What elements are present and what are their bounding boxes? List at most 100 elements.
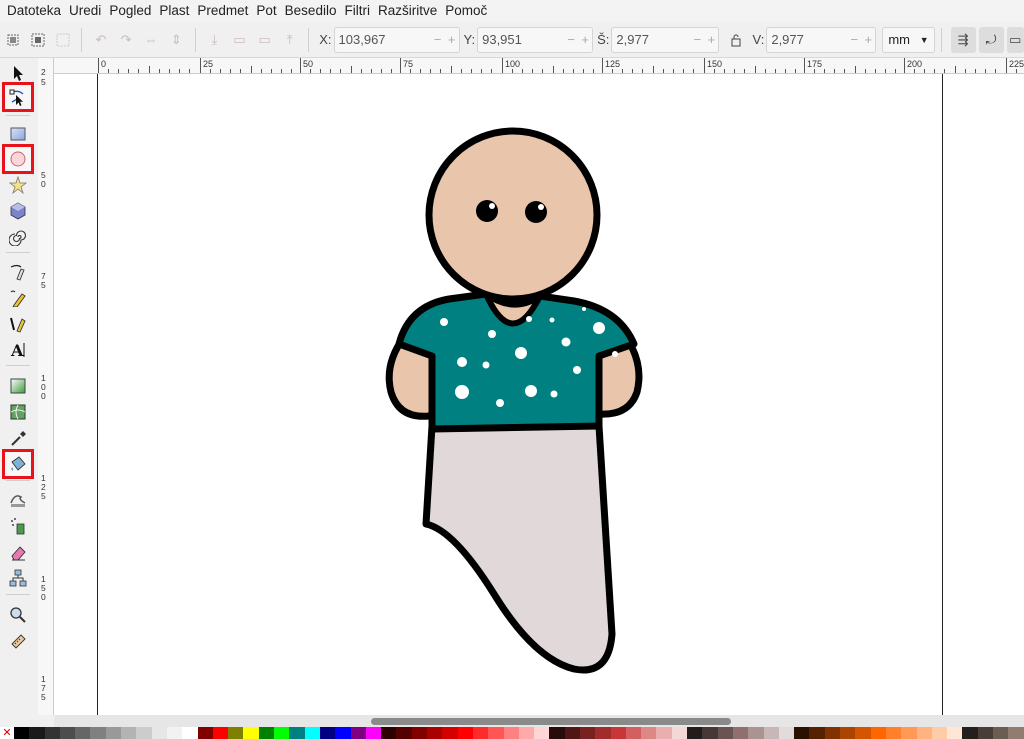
color-swatch[interactable] — [44, 727, 60, 739]
color-swatch[interactable] — [411, 727, 428, 739]
color-swatch[interactable] — [396, 727, 412, 739]
color-swatch[interactable] — [564, 727, 580, 739]
color-swatch[interactable] — [748, 727, 764, 739]
color-swatch[interactable] — [442, 727, 458, 739]
color-swatch[interactable] — [977, 727, 993, 739]
menu-item[interactable]: Pot — [252, 0, 280, 22]
y-value[interactable]: 93,951 — [478, 32, 564, 47]
zoom-tool[interactable] — [5, 603, 31, 627]
color-swatch[interactable] — [319, 727, 336, 739]
color-swatch[interactable] — [549, 727, 565, 739]
y-spinbox[interactable]: 93,951 − + — [477, 26, 594, 53]
color-swatch[interactable] — [518, 727, 535, 739]
color-swatch[interactable] — [166, 727, 183, 739]
3d-box-tool[interactable] — [5, 199, 31, 223]
color-swatch[interactable] — [105, 727, 122, 739]
dropper-tool[interactable] — [5, 426, 31, 450]
color-swatch[interactable] — [29, 727, 45, 739]
skirt[interactable] — [422, 422, 616, 674]
x-decrement[interactable]: − — [431, 32, 445, 47]
color-swatch[interactable] — [641, 727, 657, 739]
rectangle-tool[interactable] — [5, 122, 31, 146]
drawing-canvas[interactable] — [54, 74, 1024, 715]
height-increment[interactable]: + — [861, 32, 875, 47]
color-swatch[interactable] — [228, 727, 244, 739]
color-swatch[interactable] — [14, 727, 30, 739]
lock-icon[interactable] — [725, 29, 746, 51]
color-swatch[interactable] — [916, 727, 932, 739]
spray-tool[interactable] — [5, 514, 31, 538]
color-swatch[interactable] — [870, 727, 886, 739]
lower-icon[interactable]: ▭ — [229, 29, 250, 51]
gradient-tool[interactable] — [5, 374, 31, 398]
menu-item[interactable]: Plast — [155, 0, 193, 22]
color-swatch[interactable] — [595, 727, 611, 739]
menu-item[interactable]: Datoteka — [3, 0, 65, 22]
color-swatch[interactable] — [610, 727, 626, 739]
flip-vertical-icon[interactable]: ⇕ — [166, 29, 187, 51]
connector-tool[interactable] — [5, 566, 31, 590]
color-swatch[interactable] — [472, 727, 489, 739]
height-value[interactable]: 2,977 — [767, 32, 847, 47]
scale-corners-icon[interactable]: ⤾ — [978, 26, 1004, 53]
raise-icon[interactable]: ▭ — [254, 29, 275, 51]
color-swatch[interactable] — [687, 727, 703, 739]
color-swatch[interactable] — [993, 727, 1009, 739]
color-swatch[interactable] — [59, 727, 76, 739]
eraser-tool[interactable] — [5, 540, 31, 564]
spiral-tool[interactable] — [5, 225, 31, 249]
color-swatch[interactable] — [381, 727, 397, 739]
color-swatch[interactable] — [885, 727, 902, 739]
menu-item[interactable]: Pomoč — [441, 0, 491, 22]
vertical-ruler[interactable]: 2 5 5 0 7 5 1 0 0 1 2 5 1 5 0 1 7 5 — [38, 58, 54, 715]
rotate-cw-icon[interactable]: ↷ — [115, 29, 136, 51]
raise-to-top-icon[interactable]: ⤒ — [279, 29, 300, 51]
color-swatch[interactable] — [427, 727, 443, 739]
pen-tool[interactable] — [5, 260, 31, 284]
mesh-tool[interactable] — [5, 400, 31, 424]
height-spinbox[interactable]: 2,977 − + — [766, 26, 877, 53]
color-swatch[interactable] — [732, 727, 749, 739]
color-swatch[interactable] — [717, 727, 733, 739]
color-swatch[interactable] — [1008, 727, 1024, 739]
color-swatch[interactable] — [258, 727, 275, 739]
color-swatch[interactable] — [794, 727, 810, 739]
color-swatch[interactable] — [778, 727, 795, 739]
paint-bucket-tool[interactable] — [2, 449, 34, 479]
lower-to-bottom-icon[interactable]: ⤓ — [204, 29, 225, 51]
node-tool[interactable] — [2, 82, 34, 112]
tweak-tool[interactable] — [5, 488, 31, 512]
color-swatch[interactable] — [625, 727, 642, 739]
color-swatch[interactable] — [243, 727, 259, 739]
x-spinbox[interactable]: 103,967 − + — [333, 26, 460, 53]
color-swatch[interactable] — [151, 727, 167, 739]
color-swatch[interactable] — [274, 727, 290, 739]
deselect-icon[interactable] — [52, 29, 73, 51]
color-swatch[interactable] — [136, 727, 152, 739]
color-swatch[interactable] — [503, 727, 519, 739]
selector-tool[interactable] — [5, 61, 31, 85]
color-swatch[interactable] — [840, 727, 856, 739]
width-spinbox[interactable]: 2,977 − + — [611, 26, 720, 53]
y-increment[interactable]: + — [578, 32, 592, 47]
color-swatch[interactable] — [702, 727, 718, 739]
color-swatch[interactable] — [90, 727, 106, 739]
color-swatch[interactable] — [931, 727, 948, 739]
width-increment[interactable]: + — [704, 32, 718, 47]
text-tool[interactable]: A — [5, 338, 31, 362]
y-decrement[interactable]: − — [564, 32, 578, 47]
color-swatch[interactable] — [121, 727, 137, 739]
unit-select[interactable]: mm ▼ — [882, 26, 935, 53]
pencil-tool[interactable] — [5, 286, 31, 310]
menu-item[interactable]: Pogled — [105, 0, 155, 22]
color-swatch[interactable] — [763, 727, 779, 739]
color-swatch[interactable] — [304, 727, 320, 739]
color-swatch[interactable] — [962, 727, 978, 739]
left-eye[interactable] — [476, 200, 498, 222]
color-swatch[interactable] — [75, 727, 91, 739]
menu-item[interactable]: Besedilo — [281, 0, 341, 22]
measure-tool[interactable] — [5, 629, 31, 653]
color-swatch[interactable] — [824, 727, 841, 739]
color-swatch[interactable] — [335, 727, 351, 739]
ellipse-tool[interactable] — [2, 144, 34, 174]
